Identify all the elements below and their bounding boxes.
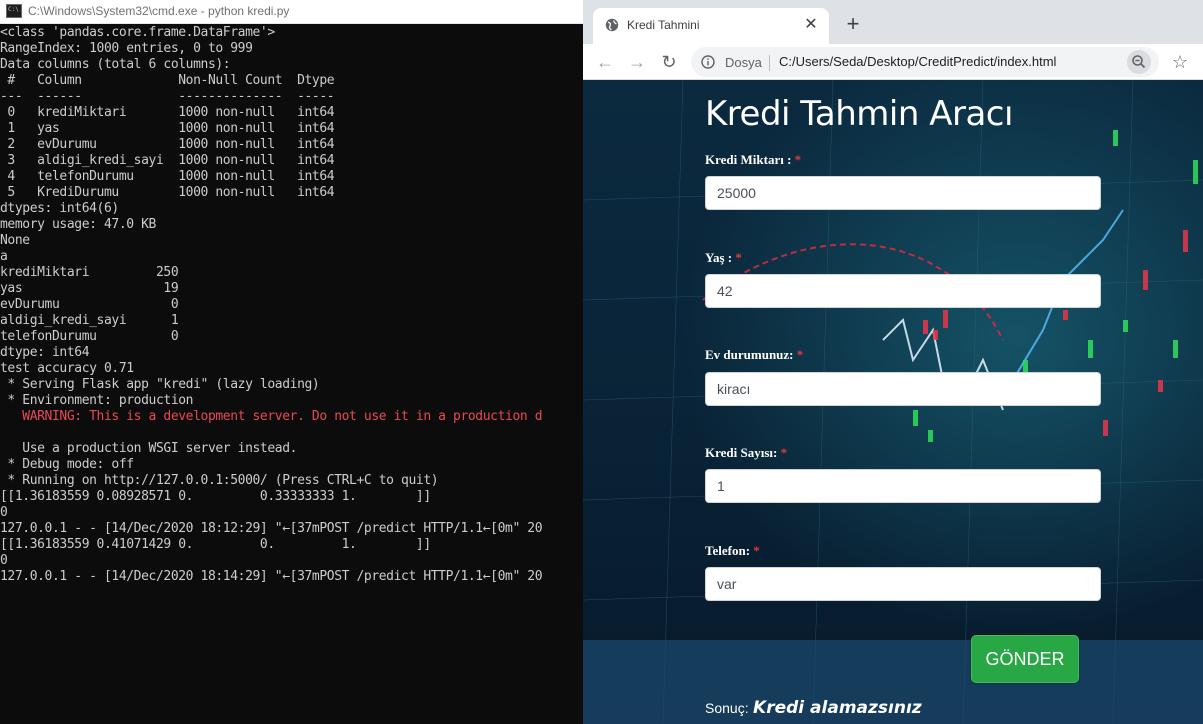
telefon-input[interactable]	[705, 567, 1101, 601]
cmd-warning-line: WARNING: This is a development server. D…	[0, 409, 543, 424]
close-icon[interactable]: ✕	[801, 15, 821, 35]
cmd-output-line: 0	[0, 553, 8, 568]
required-mark: *	[780, 445, 788, 460]
kredi-sayisi-input[interactable]	[705, 469, 1101, 503]
required-mark: *	[735, 250, 742, 265]
reload-icon[interactable]: ↻	[657, 50, 681, 74]
cmd-output-line: * Environment: production	[0, 393, 194, 408]
cmd-output-line: a	[0, 249, 8, 264]
cmd-output-line: 2 evDurumu 1000 non-null int64	[0, 137, 335, 152]
cmd-output-line: * Serving Flask app "kredi" (lazy loadin…	[0, 377, 320, 392]
tab-title: Kredi Tahmini	[627, 18, 700, 32]
cmd-output-line: aldigi_kredi_sayi 1	[0, 313, 179, 328]
ev-durumu-input[interactable]	[705, 372, 1101, 406]
url-text[interactable]: C:/Users/Seda/Desktop/CreditPredict/inde…	[779, 54, 1056, 69]
cmd-output-line: [[1.36183559 0.08928571 0. 0.33333333 1.…	[0, 489, 431, 504]
cmd-output-line: telefonDurumu 0	[0, 329, 179, 344]
page-title: Kredi Tahmin Aracı	[705, 94, 1013, 134]
cmd-output-line: * Running on http://127.0.0.1:5000/ (Pre…	[0, 473, 439, 488]
cmd-output-line: 3 aldigi_kredi_sayi 1000 non-null int64	[0, 153, 335, 168]
cmd-output-line: <class 'pandas.core.frame.DataFrame'>	[0, 25, 275, 40]
plus-icon[interactable]: +	[841, 12, 865, 36]
omnibox-divider	[769, 55, 770, 71]
cmd-output-line: krediMiktari 250	[0, 265, 179, 280]
tab-strip: Kredi Tahmini ✕ +	[583, 0, 1203, 44]
page-viewport: Kredi Tahmin Aracı Kredi Miktarı : * Yaş…	[583, 80, 1203, 724]
cmd-output-line: [[1.36183559 0.41071429 0. 0. 1. ]]	[0, 537, 431, 552]
address-bar[interactable]: Dosya C:/Users/Seda/Desktop/CreditPredic…	[691, 47, 1159, 77]
info-icon[interactable]	[701, 55, 715, 69]
required-mark: *	[753, 543, 760, 558]
cmd-output-line: Use a production WSGI server instead.	[0, 441, 298, 456]
required-mark: *	[796, 347, 804, 362]
result-label: Sonuç:	[705, 700, 749, 716]
cmd-output-line: * Debug mode: off	[0, 457, 134, 472]
back-arrow-icon[interactable]: ←	[593, 50, 617, 74]
cmd-output-line: --- ------ -------------- -----	[0, 89, 335, 104]
cmd-output-line: yas 19	[0, 281, 179, 296]
kredi-sayisi-label: Kredi Sayısı: *	[705, 445, 788, 460]
zoom-icon	[1132, 55, 1146, 69]
cmd-output[interactable]: <class 'pandas.core.frame.DataFrame'> Ran…	[0, 23, 583, 724]
cmd-output-line	[0, 425, 583, 441]
yas-label: Yaş : *	[705, 250, 742, 265]
browser-toolbar: ← → ↻ Dosya C:/Users/Seda/Desktop/Credit…	[583, 44, 1203, 80]
cmd-window: C:\Windows\System32\cmd.exe - python kre…	[0, 0, 583, 724]
cmd-output-line: dtype: int64	[0, 345, 90, 360]
ev-durumu-label: Ev durumunuz: *	[705, 347, 804, 362]
cmd-output-line: evDurumu 0	[0, 297, 179, 312]
cmd-output-line: 0 krediMiktari 1000 non-null int64	[0, 105, 335, 120]
cmd-output-line: memory usage: 47.0 KB	[0, 217, 156, 232]
cmd-output-line: Data columns (total 6 columns):	[0, 57, 231, 72]
zoom-button[interactable]	[1127, 50, 1151, 74]
cmd-titlebar[interactable]: C:\Windows\System32\cmd.exe - python kre…	[0, 0, 583, 24]
star-icon[interactable]: ☆	[1169, 51, 1191, 73]
cmd-window-title: C:\Windows\System32\cmd.exe - python kre…	[28, 4, 290, 18]
gonder-button[interactable]: GÖNDER	[971, 635, 1079, 683]
yas-input[interactable]	[705, 274, 1101, 308]
cmd-output-line: 1 yas 1000 non-null int64	[0, 121, 335, 136]
cmd-output-line: dtypes: int64(6)	[0, 201, 119, 216]
kredi-miktari-label: Kredi Miktarı : *	[705, 152, 802, 167]
cmd-output-line: 4 telefonDurumu 1000 non-null int64	[0, 169, 335, 184]
dosya-label: Dosya	[725, 55, 762, 70]
telefon-label: Telefon: *	[705, 543, 760, 558]
cmd-app-icon	[6, 4, 22, 18]
forward-arrow-icon[interactable]: →	[625, 50, 649, 74]
kredi-miktari-input[interactable]	[705, 176, 1101, 210]
result-line: Sonuç: Kredi alamazsınız	[705, 698, 922, 718]
cmd-output-line: RangeIndex: 1000 entries, 0 to 999	[0, 41, 253, 56]
cmd-output-line: 127.0.0.1 - - [14/Dec/2020 18:12:29] "←[…	[0, 521, 543, 536]
required-mark: *	[794, 152, 802, 167]
cmd-output-line: 5 KrediDurumu 1000 non-null int64	[0, 185, 335, 200]
cmd-output-line: None	[0, 233, 30, 248]
tab-kredi-tahmini[interactable]: Kredi Tahmini ✕	[593, 8, 829, 44]
cmd-output-line: test accuracy 0.71	[0, 361, 134, 376]
result-value: Kredi alamazsınız	[753, 698, 922, 718]
cmd-output-line: 127.0.0.1 - - [14/Dec/2020 18:14:29] "←[…	[0, 569, 543, 584]
cmd-output-line: 0	[0, 505, 8, 520]
cmd-output-line: # Column Non-Null Count Dtype	[0, 73, 335, 88]
browser-window: Kredi Tahmini ✕ + ← → ↻ Dosya C:/Users/S…	[583, 0, 1203, 724]
globe-icon	[605, 18, 619, 32]
